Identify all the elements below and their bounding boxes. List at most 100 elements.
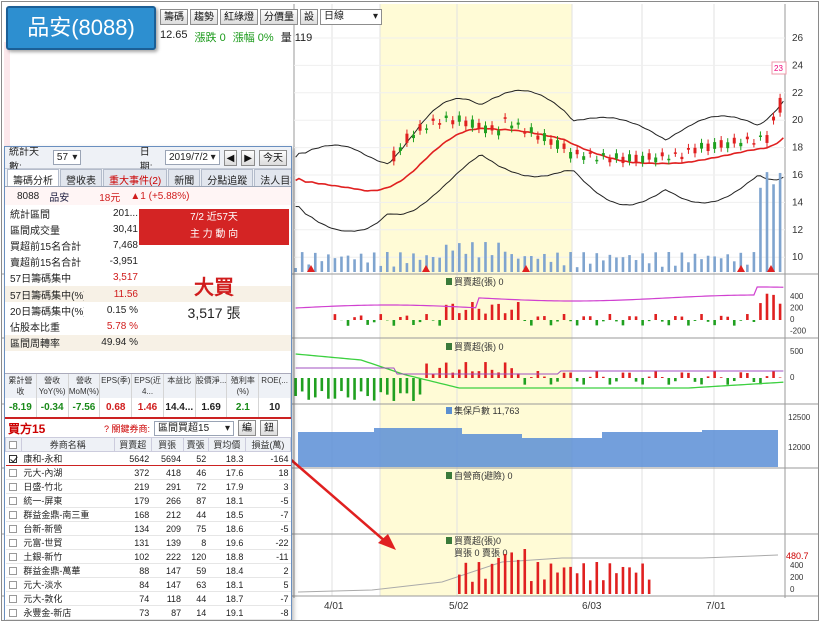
- fin-column: 營收MoM(%) -7.56: [68, 374, 101, 417]
- volume-bar: [759, 187, 762, 272]
- trend-button[interactable]: 趨勢: [190, 9, 218, 25]
- row-checkbox[interactable]: [9, 497, 18, 506]
- price-volume-button[interactable]: 分價量: [260, 9, 298, 25]
- column-header[interactable]: 買賣超: [113, 437, 152, 452]
- net-buy-bar: [543, 579, 546, 594]
- net-buy-bar: [444, 362, 448, 378]
- row-checkbox[interactable]: [9, 469, 18, 478]
- row-checkbox[interactable]: [9, 483, 18, 492]
- panel-subtitle: 買張 0 賣張 0: [454, 547, 508, 558]
- main-force-result: 大買 3,517 張: [139, 271, 289, 323]
- days-select[interactable]: 57 ▾: [52, 150, 82, 165]
- stat-value: 11.56: [113, 288, 138, 300]
- table-row[interactable]: 康和-永和 5642 5694 52 18.3 -164: [5, 451, 291, 466]
- tab-news[interactable]: 新聞: [168, 169, 201, 187]
- row-checkbox[interactable]: [9, 567, 18, 576]
- table-row[interactable]: 元大-敦化 74 118 44 18.7 -7: [5, 591, 291, 606]
- column-header[interactable]: 損益(萬): [244, 437, 291, 452]
- cell-buy: 118: [151, 591, 184, 606]
- table-row[interactable]: 群益金鼎-南三重 168 212 44 18.5 -7: [5, 507, 291, 522]
- net-buy-bar: [464, 362, 468, 378]
- edit-button[interactable]: 編: [238, 420, 257, 436]
- net-buy-bar: [399, 378, 402, 394]
- volume-bar: [595, 253, 599, 272]
- cell-avg: 18.1: [208, 493, 246, 508]
- broker-range-select[interactable]: 區間買超15 ▾: [154, 420, 235, 436]
- net-buy-bar: [667, 320, 671, 326]
- column-header[interactable]: 券商名稱: [20, 437, 115, 452]
- volume-bar: [700, 259, 703, 272]
- tab-revenue[interactable]: 營收表: [60, 169, 102, 187]
- days-value: 57: [56, 152, 69, 163]
- row-checkbox[interactable]: [9, 553, 18, 562]
- panel-title: 集保戶數 11,763: [454, 405, 519, 416]
- row-checkbox[interactable]: [9, 525, 18, 534]
- row-checkbox[interactable]: [9, 581, 18, 590]
- stat-label: 區間周轉率: [10, 339, 60, 351]
- column-header[interactable]: [5, 437, 22, 452]
- cell-avg: 17.9: [208, 479, 246, 494]
- net-buy-bar: [700, 314, 703, 320]
- table-row[interactable]: 土銀-新竹 102 222 120 18.8 -11: [5, 549, 291, 564]
- volume-bar: [340, 256, 343, 272]
- tab-branch-tracking[interactable]: 分點追蹤: [201, 169, 254, 187]
- fin-header: EPS(季): [100, 374, 132, 398]
- period-select[interactable]: 日線 ▾: [320, 9, 382, 25]
- cell-name: 瑞士信貸: [21, 619, 115, 620]
- table-row[interactable]: 元大-內湖 372 418 46 17.6 18: [5, 465, 291, 480]
- cell-buy: 147: [151, 577, 184, 592]
- table-row[interactable]: 群益金鼎-萬華 88 147 59 18.4 2: [5, 563, 291, 578]
- traffic-light-button[interactable]: 紅綠燈: [220, 9, 258, 25]
- fin-header: 本益比: [163, 374, 195, 398]
- next-day-button[interactable]: ▶: [241, 149, 255, 166]
- row-checkbox[interactable]: [9, 539, 18, 548]
- candle-body: [628, 154, 632, 162]
- table-row[interactable]: 瑞士信貸731426918.7-2: [5, 619, 291, 620]
- settings-button[interactable]: 設: [300, 9, 318, 25]
- date-input[interactable]: 2019/7/2 ▾: [164, 150, 220, 165]
- candle-body: [601, 153, 605, 156]
- table-row[interactable]: 台新-新營 134 209 75 18.6 -5: [5, 521, 291, 536]
- panel-axis-label: 12000: [788, 443, 811, 452]
- lock-button[interactable]: 鈕: [260, 420, 279, 436]
- table-row[interactable]: 元富-世貿 131 139 8 19.6 -22: [5, 535, 291, 550]
- main-force-title: 主 力 動 向: [189, 229, 239, 240]
- tab-events[interactable]: 重大事件(2): [103, 169, 168, 187]
- fin-column: 營收YoY(%) -0.34: [36, 374, 69, 417]
- net-buy-bar: [575, 378, 579, 382]
- chips-button[interactable]: 籌碼: [160, 9, 188, 25]
- row-checkbox[interactable]: [9, 595, 18, 604]
- panel-axis-label: 400: [790, 292, 804, 301]
- cell-sell: 87: [183, 493, 209, 508]
- fin-header: EPS(近4...: [132, 374, 163, 398]
- tab-chip-analysis[interactable]: 籌碼分析: [7, 169, 59, 187]
- column-header[interactable]: 買均價: [207, 437, 246, 452]
- cell-net: 219: [114, 479, 152, 494]
- row-checkbox[interactable]: [9, 609, 18, 618]
- panel-legend-icon: [446, 472, 452, 479]
- volume-bar: [418, 259, 422, 272]
- table-row[interactable]: 元大-淡水 84 147 63 18.1 5: [5, 577, 291, 592]
- row-checkbox[interactable]: [9, 455, 18, 464]
- big-buy-qty: 3,517 張: [187, 305, 241, 321]
- net-buy-bar: [569, 566, 572, 594]
- select-all-checkbox[interactable]: [9, 441, 18, 450]
- net-buy-bar: [602, 580, 605, 594]
- prev-day-button[interactable]: ◀: [223, 149, 238, 166]
- row-checkbox[interactable]: [9, 511, 18, 520]
- today-button[interactable]: 今天: [259, 149, 287, 166]
- net-buy-bar: [510, 368, 513, 378]
- cell-buy: 142: [151, 619, 184, 620]
- net-buy-bar: [523, 320, 527, 322]
- net-buy-bar: [739, 372, 743, 378]
- table-row[interactable]: 永豐金-新店 73 87 14 19.1 -8: [5, 605, 291, 620]
- table-row[interactable]: 統一-屏東 179 266 87 18.1 -5: [5, 493, 291, 508]
- candle-body: [405, 133, 409, 143]
- cell-buy: 139: [151, 535, 184, 550]
- column-header[interactable]: 賣張: [182, 437, 209, 452]
- table-row[interactable]: 日盛-竹北 219 291 72 17.9 3: [5, 479, 291, 494]
- candle-body: [431, 118, 435, 121]
- column-header[interactable]: 買張: [150, 437, 184, 452]
- tab-institution-target[interactable]: 法人目標: [254, 169, 291, 187]
- candle-body: [411, 134, 415, 139]
